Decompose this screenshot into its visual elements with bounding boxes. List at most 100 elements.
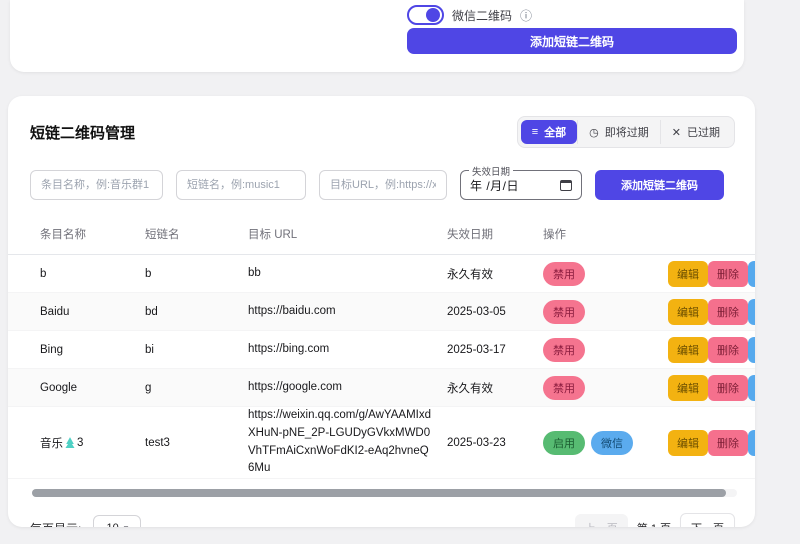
entry-name-cell: Bing: [8, 344, 145, 356]
wechat-qr-toggle-row: 微信二维码 ⓘ: [407, 5, 532, 25]
slug-cell: test3: [145, 437, 248, 449]
entry-name-cell: 音乐 3: [8, 435, 145, 451]
edit-button[interactable]: 编辑: [668, 261, 708, 287]
edit-button[interactable]: 编辑: [668, 375, 708, 401]
delete-button[interactable]: 删除: [708, 261, 748, 287]
qrcode-button[interactable]: 二维码: [748, 430, 755, 456]
delete-button[interactable]: 删除: [708, 375, 748, 401]
horizontal-scrollbar-track: [32, 489, 737, 497]
entry-name-input[interactable]: [30, 170, 163, 200]
clock-icon: ◷: [589, 126, 599, 139]
entry-name-text: Google: [40, 382, 77, 394]
current-page-label: 第 1 页: [637, 520, 671, 527]
column-header: 操作: [543, 226, 668, 242]
qrcode-button[interactable]: 二维码: [748, 261, 755, 287]
per-page-select[interactable]: 10 ▾: [93, 515, 141, 527]
filter-label: 全部: [544, 124, 566, 140]
toggle-status-button[interactable]: 启用: [543, 431, 585, 455]
table-row: Baidubdhttps://baidu.com2025-03-05禁用编辑删除…: [8, 293, 755, 331]
column-header: 短链名: [145, 226, 248, 242]
status-cell: 禁用: [543, 376, 668, 400]
target-url-cell: https://weixin.qq.com/g/AwYAAMIxdXHuN-pN…: [248, 407, 447, 478]
expiry-cell: 2025-03-17: [447, 344, 543, 356]
filter-即将过期[interactable]: ◷ 即将过期: [577, 120, 660, 144]
status-cell: 启用微信: [543, 431, 668, 455]
status-cell: 禁用: [543, 300, 668, 324]
slug-cell: g: [145, 382, 248, 394]
status-cell: 禁用: [543, 262, 668, 286]
page-title: 短链二维码管理: [30, 122, 135, 143]
filter-bar: 失效日期 年 /月/日 添加短链二维码: [8, 148, 755, 200]
filter-label: 即将过期: [605, 124, 649, 140]
table-header-row: 条目名称短链名目标 URL失效日期操作: [8, 218, 755, 255]
qrcode-button[interactable]: 二维码: [748, 375, 755, 401]
horizontal-scrollbar-thumb[interactable]: [32, 489, 726, 497]
toggle-knob: [426, 8, 440, 22]
toggle-status-button[interactable]: 禁用: [543, 300, 585, 324]
close-icon: ✕: [672, 126, 681, 139]
slug-input[interactable]: [176, 170, 306, 200]
wechat-qr-toggle-label: 微信二维码: [452, 7, 512, 24]
qrcode-button[interactable]: 二维码: [748, 337, 755, 363]
entry-name-text: Baidu: [40, 306, 69, 318]
expiry-cell: 永久有效: [447, 266, 543, 282]
per-page-control: 每页显示: 10 ▾: [30, 515, 141, 527]
expiry-date-input[interactable]: 失效日期 年 /月/日: [460, 170, 582, 200]
column-header: 目标 URL: [248, 226, 447, 242]
table-row: bbbb永久有效禁用编辑删除二维码: [8, 255, 755, 293]
entry-name-suffix: 3: [77, 437, 83, 449]
entry-name-cell: b: [8, 268, 145, 280]
per-page-value: 10: [106, 522, 118, 527]
chevron-down-icon: ▾: [124, 523, 129, 527]
target-url-cell: https://bing.com: [248, 341, 447, 359]
table-row: 音乐 3 test3https://weixin.qq.com/g/AwYAAMIx…: [8, 407, 755, 479]
toggle-status-button[interactable]: 禁用: [543, 262, 585, 286]
filter-all[interactable]: ≡ 全部: [521, 120, 577, 144]
entry-name-cell: Google: [8, 382, 145, 394]
card-header: 短链二维码管理 ≡ 全部 ◷ 即将过期 ✕ 已过期: [8, 96, 755, 148]
target-url-cell: https://google.com: [248, 379, 447, 397]
edit-button[interactable]: 编辑: [668, 430, 708, 456]
delete-button[interactable]: 删除: [708, 299, 748, 325]
entry-name-text: Bing: [40, 344, 63, 356]
target-url-cell: bb: [248, 265, 447, 283]
actions-cell: 编辑删除二维码: [668, 375, 755, 401]
pagination: 上一页 第 1 页 下一页: [575, 513, 735, 527]
entry-name-cell: Baidu: [8, 306, 145, 318]
slug-cell: bi: [145, 344, 248, 356]
actions-cell: 编辑删除二维码: [668, 337, 755, 363]
menu-icon: ≡: [532, 126, 538, 138]
add-qr-button[interactable]: 添加短链二维码: [595, 170, 724, 200]
slug-cell: bd: [145, 306, 248, 318]
expiry-date-value: 年 /月/日: [470, 177, 519, 194]
wechat-qr-toggle[interactable]: [407, 5, 444, 25]
column-header: 条目名称: [8, 226, 145, 242]
status-cell: 禁用: [543, 338, 668, 362]
toggle-status-button[interactable]: 禁用: [543, 338, 585, 362]
filter-label: 已过期: [687, 124, 720, 140]
entry-name-text: b: [40, 268, 46, 280]
edit-button[interactable]: 编辑: [668, 299, 708, 325]
info-icon[interactable]: ⓘ: [520, 7, 532, 24]
per-page-label: 每页显示:: [30, 520, 81, 527]
table-row: Google ghttps://google.com永久有效禁用 编辑删除二维码: [8, 369, 755, 407]
expiry-cell: 永久有效: [447, 380, 543, 396]
qr-management-card: 短链二维码管理 ≡ 全部 ◷ 即将过期 ✕ 已过期 失效日期 年 /月/日 添加短链二维码…: [8, 96, 755, 527]
delete-button[interactable]: 删除: [708, 337, 748, 363]
entry-name-text: 音乐: [40, 435, 63, 451]
prev-page-button[interactable]: 上一页: [575, 514, 628, 527]
target-url-input[interactable]: [319, 170, 447, 200]
add-qr-submit-button[interactable]: 添加短链二维码: [407, 28, 737, 54]
expiry-cell: 2025-03-23: [447, 437, 543, 449]
qrcode-button[interactable]: 二维码: [748, 299, 755, 325]
toggle-status-button[interactable]: 禁用: [543, 376, 585, 400]
delete-button[interactable]: 删除: [708, 430, 748, 456]
tree-icon: [65, 437, 75, 448]
edit-button[interactable]: 编辑: [668, 337, 708, 363]
filter-已过期[interactable]: ✕ 已过期: [660, 120, 731, 144]
slug-cell: b: [145, 268, 248, 280]
calendar-icon[interactable]: [560, 180, 572, 191]
target-url-cell: https://baidu.com: [248, 303, 447, 321]
table-footer: 每页显示: 10 ▾ 上一页 第 1 页 下一页: [8, 497, 755, 527]
next-page-button[interactable]: 下一页: [680, 513, 735, 527]
